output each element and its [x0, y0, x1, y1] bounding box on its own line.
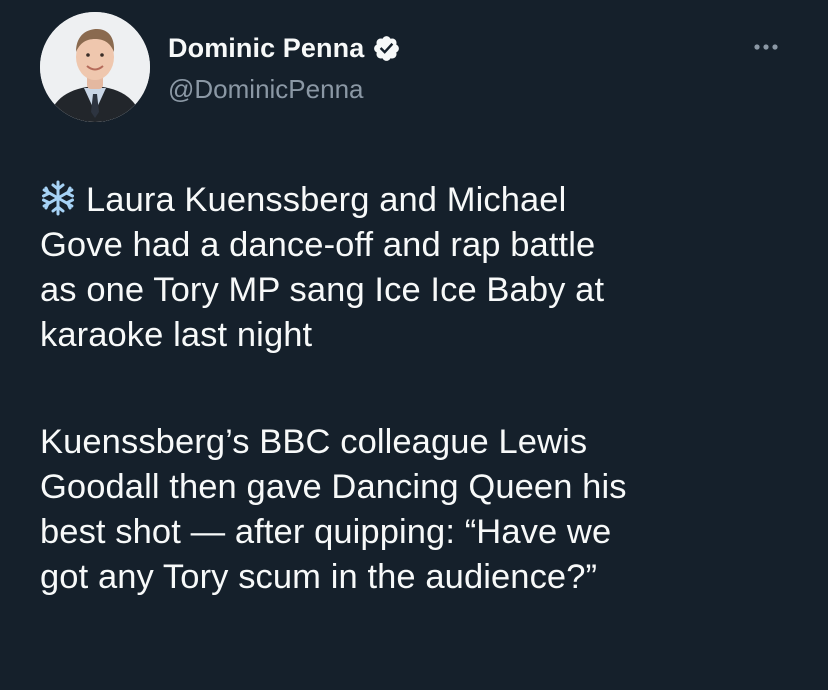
tweet-line: karaoke last night [40, 316, 313, 354]
profile-photo [40, 12, 150, 122]
tweet-card: Dominic Penna @DominicPenna Laura Kuenss… [0, 0, 828, 690]
snowflake-icon [40, 180, 76, 216]
author-avatar[interactable] [40, 12, 150, 122]
author-handle[interactable]: @DominicPenna [168, 74, 363, 105]
tweet-line: Laura Kuenssberg and Michael [40, 178, 800, 223]
tweet-line: best shot — after quipping: “Have we [40, 513, 612, 551]
tweet-line: Kuenssberg’s BBC colleague Lewis [40, 423, 588, 461]
tweet-line: Gove had a dance-off and rap battle [40, 226, 596, 264]
more-options-button[interactable] [749, 30, 783, 64]
tweet-line: got any Tory scum in the audience?” [40, 558, 598, 596]
tweet-paragraph-1: Laura Kuenssberg and Michael Gove had a … [40, 178, 800, 358]
tweet-line: as one Tory MP sang Ice Ice Baby at [40, 271, 605, 309]
author-display-name[interactable]: Dominic Penna [168, 33, 364, 64]
tweet-line-text: Laura Kuenssberg and Michael [86, 181, 567, 219]
more-horizontal-icon [754, 44, 778, 50]
verified-badge-icon [372, 34, 401, 63]
author-name-row: Dominic Penna [168, 33, 401, 64]
tweet-line: Goodall then gave Dancing Queen his [40, 468, 627, 506]
tweet-paragraph-2: Kuenssberg’s BBC colleague Lewis Goodall… [40, 420, 800, 600]
